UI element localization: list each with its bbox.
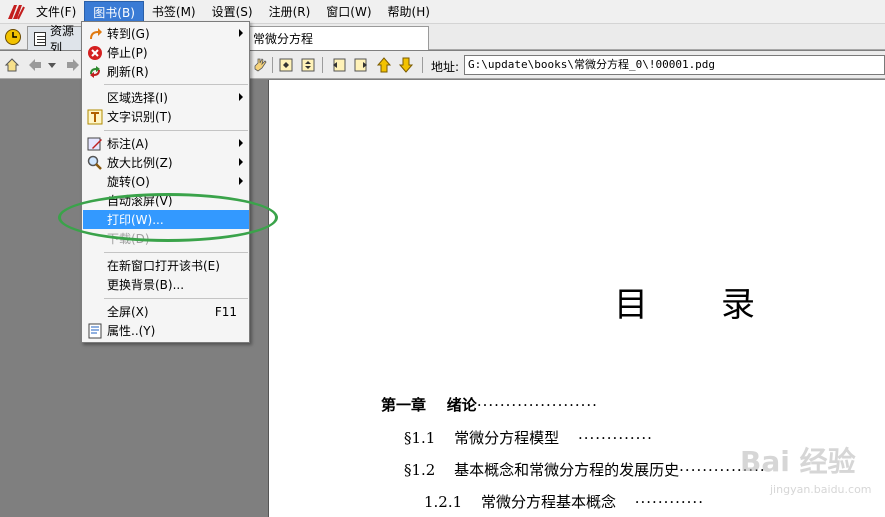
address-label: 地址: [431, 60, 460, 74]
menu-file[interactable]: 文件(F) [28, 1, 84, 23]
toc-entry-text: 基本概念和常微分方程的发展历史 [454, 461, 680, 479]
toolbar-separator [272, 57, 273, 73]
menu-item-properties[interactable]: 属性..(Y) [83, 321, 249, 340]
menu-separator [104, 252, 248, 253]
app-logo-icon[interactable] [4, 1, 28, 23]
refresh-icon [87, 64, 103, 80]
toc-entry[interactable]: 第一章 绪论····················· [381, 394, 598, 415]
fit-width-icon[interactable] [277, 56, 295, 74]
next-page-icon[interactable] [352, 56, 370, 74]
goto-arrow-icon [87, 26, 103, 42]
hand-tool-icon[interactable] [251, 56, 269, 74]
highlight-ellipse [58, 193, 278, 242]
toc-entry-text: 常微分方程模型 [454, 429, 560, 447]
menu-help[interactable]: 帮助(H) [380, 1, 438, 23]
stop-icon [87, 45, 103, 61]
back-dropdown-icon[interactable] [46, 56, 58, 74]
menu-item-refresh[interactable]: 刷新(R) [83, 62, 249, 81]
zoom-icon [87, 155, 103, 171]
toc-entry-text: 绪论 [446, 396, 477, 414]
menu-item-region-select[interactable]: 区域选择(I) [83, 88, 249, 107]
menu-item-zoom[interactable]: 放大比例(Z) [83, 153, 249, 172]
submenu-arrow-icon [239, 139, 243, 147]
toc-entry-number: 第一章 [381, 396, 427, 414]
menu-separator [104, 298, 248, 299]
toc-entry-number: 1.2.1 [424, 493, 463, 511]
menu-bookmark[interactable]: 书签(M) [144, 1, 204, 23]
toc-entry[interactable]: §1.1 常微分方程模型 ············· [404, 427, 653, 448]
tab-book[interactable]: 常微分方程 [246, 26, 429, 50]
toc-entry[interactable]: 1.2.1 常微分方程基本概念 ············ [424, 491, 704, 512]
watermark-url: jingyan.baidu.com [770, 483, 872, 496]
clock-icon[interactable] [4, 28, 22, 46]
annotate-icon [87, 136, 103, 152]
book-menu-dropdown: 转到(G) 停止(P) 刷新(R) 区域选择(I) 文字识别(T) 标注(A) [81, 21, 250, 343]
forward-icon[interactable] [64, 56, 82, 74]
menu-item-rotate[interactable]: 旋转(O) [83, 172, 249, 191]
menu-settings[interactable]: 设置(S) [204, 1, 261, 23]
submenu-arrow-icon [239, 158, 243, 166]
home-icon[interactable] [3, 56, 21, 74]
toc-entry-text: 常微分方程基本概念 [480, 493, 616, 511]
menu-item-stop[interactable]: 停止(P) [83, 43, 249, 62]
toc-entry-number: §1.2 [404, 461, 436, 479]
submenu-arrow-icon [239, 93, 243, 101]
toolbar-separator [422, 57, 423, 73]
page-down-icon[interactable] [397, 56, 415, 74]
submenu-arrow-icon [239, 29, 243, 37]
menu-item-goto[interactable]: 转到(G) [83, 24, 249, 43]
toc-entry[interactable]: §1.2 基本概念和常微分方程的发展历史··············· [404, 459, 766, 480]
menu-separator [104, 130, 248, 131]
menu-book[interactable]: 图书(B) [84, 0, 144, 23]
menu-register[interactable]: 注册(R) [261, 1, 319, 23]
back-icon[interactable] [26, 56, 44, 74]
page-up-icon[interactable] [375, 56, 393, 74]
doc-title-right: 录 [721, 285, 755, 325]
toc-dots: ············· [577, 429, 653, 447]
tab-resource-list[interactable]: 资源列 [27, 24, 87, 55]
menu-item-text-recognition[interactable]: 文字识别(T) [83, 107, 249, 126]
toc-entry-number: §1.1 [404, 429, 436, 447]
prev-page-icon[interactable] [330, 56, 348, 74]
text-recognize-icon [87, 109, 103, 125]
submenu-arrow-icon [239, 177, 243, 185]
menu-window[interactable]: 窗口(W) [318, 1, 379, 23]
doc-title-left: 目 [614, 285, 648, 325]
list-icon [34, 31, 46, 46]
address-input[interactable]: G:\update\books\常微分方程_0\!00001.pdg [464, 55, 885, 75]
tab-book-label: 常微分方程 [253, 32, 314, 46]
toc-dots: ············ [634, 493, 704, 511]
menu-item-annotate[interactable]: 标注(A) [83, 134, 249, 153]
watermark: Bai 经验 [740, 445, 856, 478]
menu-separator [104, 84, 248, 85]
menu-item-open-new-window[interactable]: 在新窗口打开该书(E) [83, 256, 249, 275]
menu-item-fullscreen[interactable]: 全屏(X) F11 [83, 302, 249, 321]
properties-icon [87, 323, 103, 339]
menu-item-change-background[interactable]: 更换背景(B)... [83, 275, 249, 294]
fit-height-icon[interactable] [299, 56, 317, 74]
toc-dots: ····················· [476, 396, 598, 414]
toolbar-separator [322, 57, 323, 73]
shortcut-label: F11 [214, 304, 237, 319]
